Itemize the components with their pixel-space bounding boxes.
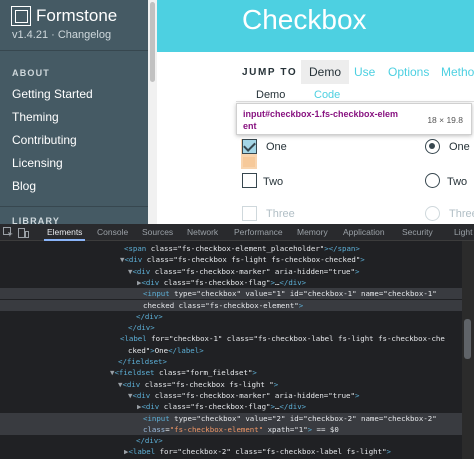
devtools-tab-elements[interactable]: Elements <box>43 224 86 241</box>
jump-tab-use[interactable]: Use <box>354 60 375 84</box>
elements-tree-line[interactable]: ▶<div class="fs-checkbox-flag">…</div> <box>137 401 306 412</box>
version-changelog-link[interactable]: v1.4.21 · Changelog <box>12 28 111 42</box>
nav-heading-library: LIBRARY <box>12 216 61 224</box>
devtools-tab-application[interactable]: Application <box>343 224 385 241</box>
elements-tree-line[interactable]: cked">One</label> <box>128 345 204 356</box>
jump-tab-options[interactable]: Options <box>388 60 429 84</box>
elements-tree-line[interactable]: </fieldset> <box>118 356 167 367</box>
devtools-tab-console[interactable]: Console <box>97 224 128 241</box>
devtools-tab-network[interactable]: Network <box>187 224 218 241</box>
elements-tree-line[interactable]: <label for="checkbox-1" class="fs-checkb… <box>120 333 445 344</box>
tab-code[interactable]: Code <box>314 88 340 102</box>
devtools-tab-sources[interactable]: Sources <box>142 224 173 241</box>
sidebar-divider <box>0 50 148 51</box>
checkbox-two[interactable] <box>242 173 257 188</box>
elements-tree-line[interactable]: <input type="checkbox" value="1" id="che… <box>0 288 462 300</box>
checkbox-three-label: Three <box>266 208 295 220</box>
elements-tree-line[interactable]: <input type="checkbox" value="2" id="che… <box>0 412 462 424</box>
elements-tree-line[interactable]: </div> <box>136 311 163 322</box>
elements-tree-line[interactable]: class="fs-checkbox-element" xpath="1"> =… <box>0 423 462 435</box>
devtools-tab-memory[interactable]: Memory <box>297 224 328 241</box>
checkbox-three <box>242 206 257 221</box>
sidebar: Formstone v1.4.21 · Changelog ABOUT Gett… <box>0 0 148 224</box>
radio-one-label[interactable]: One <box>449 140 470 154</box>
tooltip-element-size: 18 × 19.8 <box>427 115 463 125</box>
sidebar-divider <box>0 206 148 207</box>
devtools-panel: Elements Console Sources Network Perform… <box>0 224 474 459</box>
tooltip-element-selector: input#checkbox-1.fs-checkbox-element <box>243 109 399 131</box>
formstone-logo-icon[interactable] <box>11 6 31 26</box>
sidebar-item-blog[interactable]: Blog <box>12 178 36 194</box>
sidebar-item-contributing[interactable]: Contributing <box>12 132 77 148</box>
elements-tree-line[interactable]: ▼<fieldset class="form_fieldset"> <box>110 367 257 378</box>
radio-two[interactable] <box>425 173 440 188</box>
elements-tree-line[interactable]: ▼<div class="fs-checkbox fs-light fs-che… <box>120 254 365 265</box>
tab-demo[interactable]: Demo <box>256 88 285 102</box>
jump-tab-demo[interactable]: Demo <box>301 60 350 84</box>
jump-tab-methods[interactable]: Methods <box>441 60 474 84</box>
elements-tree-line[interactable]: ▼<div class="fs-checkbox-marker" aria-hi… <box>128 390 359 401</box>
sidebar-item-theming[interactable]: Theming <box>12 109 59 125</box>
jump-to-label: JUMP TO <box>242 67 298 78</box>
elements-tree-line[interactable]: </div> <box>136 435 163 446</box>
devtools-scrollbar-thumb[interactable] <box>464 319 471 359</box>
sidebar-item-licensing[interactable]: Licensing <box>12 155 63 171</box>
elements-tree-line[interactable]: ▼<div class="fs-checkbox-marker" aria-hi… <box>128 266 359 277</box>
elements-tree-line[interactable]: ▶<label for="checkbox-2" class="fs-check… <box>124 446 391 457</box>
devtools-tabbar: Elements Console Sources Network Perform… <box>0 224 474 241</box>
radio-two-label[interactable]: Two <box>447 175 467 189</box>
devtools-tab-security[interactable]: Security <box>402 224 433 241</box>
page-title: Checkbox <box>242 4 367 35</box>
radio-three <box>425 206 440 221</box>
elements-tree-line[interactable]: <span class="fs-checkbox-element_placeho… <box>124 243 360 254</box>
element-highlight-padding <box>243 157 255 167</box>
checkbox-one-label[interactable]: One <box>266 140 287 154</box>
nav-heading-about: ABOUT <box>12 68 50 78</box>
elements-tree-line[interactable]: ▼<div class="fs-checkbox fs-light "> <box>118 379 278 390</box>
brand-name[interactable]: Formstone <box>36 6 117 26</box>
inspect-element-icon[interactable] <box>3 227 14 238</box>
inspector-tooltip: input#checkbox-1.fs-checkbox-element 18 … <box>236 103 472 135</box>
radio-three-label: Three <box>449 208 474 220</box>
device-toolbar-icon[interactable] <box>18 227 29 238</box>
elements-tree-line[interactable]: </div> <box>128 322 155 333</box>
checkbox-one[interactable] <box>242 139 257 154</box>
radio-one[interactable] <box>425 139 440 154</box>
elements-tree-line[interactable]: ▶<div class="fs-checkbox-flag">…</div> <box>137 277 306 288</box>
devtools-tab-performance[interactable]: Performance <box>234 224 283 241</box>
elements-tree[interactable]: <span class="fs-checkbox-element_placeho… <box>0 241 462 459</box>
checkbox-two-label[interactable]: Two <box>263 175 283 189</box>
devtools-tab-lighthouse[interactable]: Light <box>454 224 472 241</box>
tab-divider <box>236 101 474 102</box>
sidebar-scrollbar-thumb[interactable] <box>150 2 155 82</box>
sidebar-item-getting-started[interactable]: Getting Started <box>12 86 93 102</box>
elements-tree-line[interactable]: checked class="fs-checkbox-element"> <box>0 299 462 311</box>
